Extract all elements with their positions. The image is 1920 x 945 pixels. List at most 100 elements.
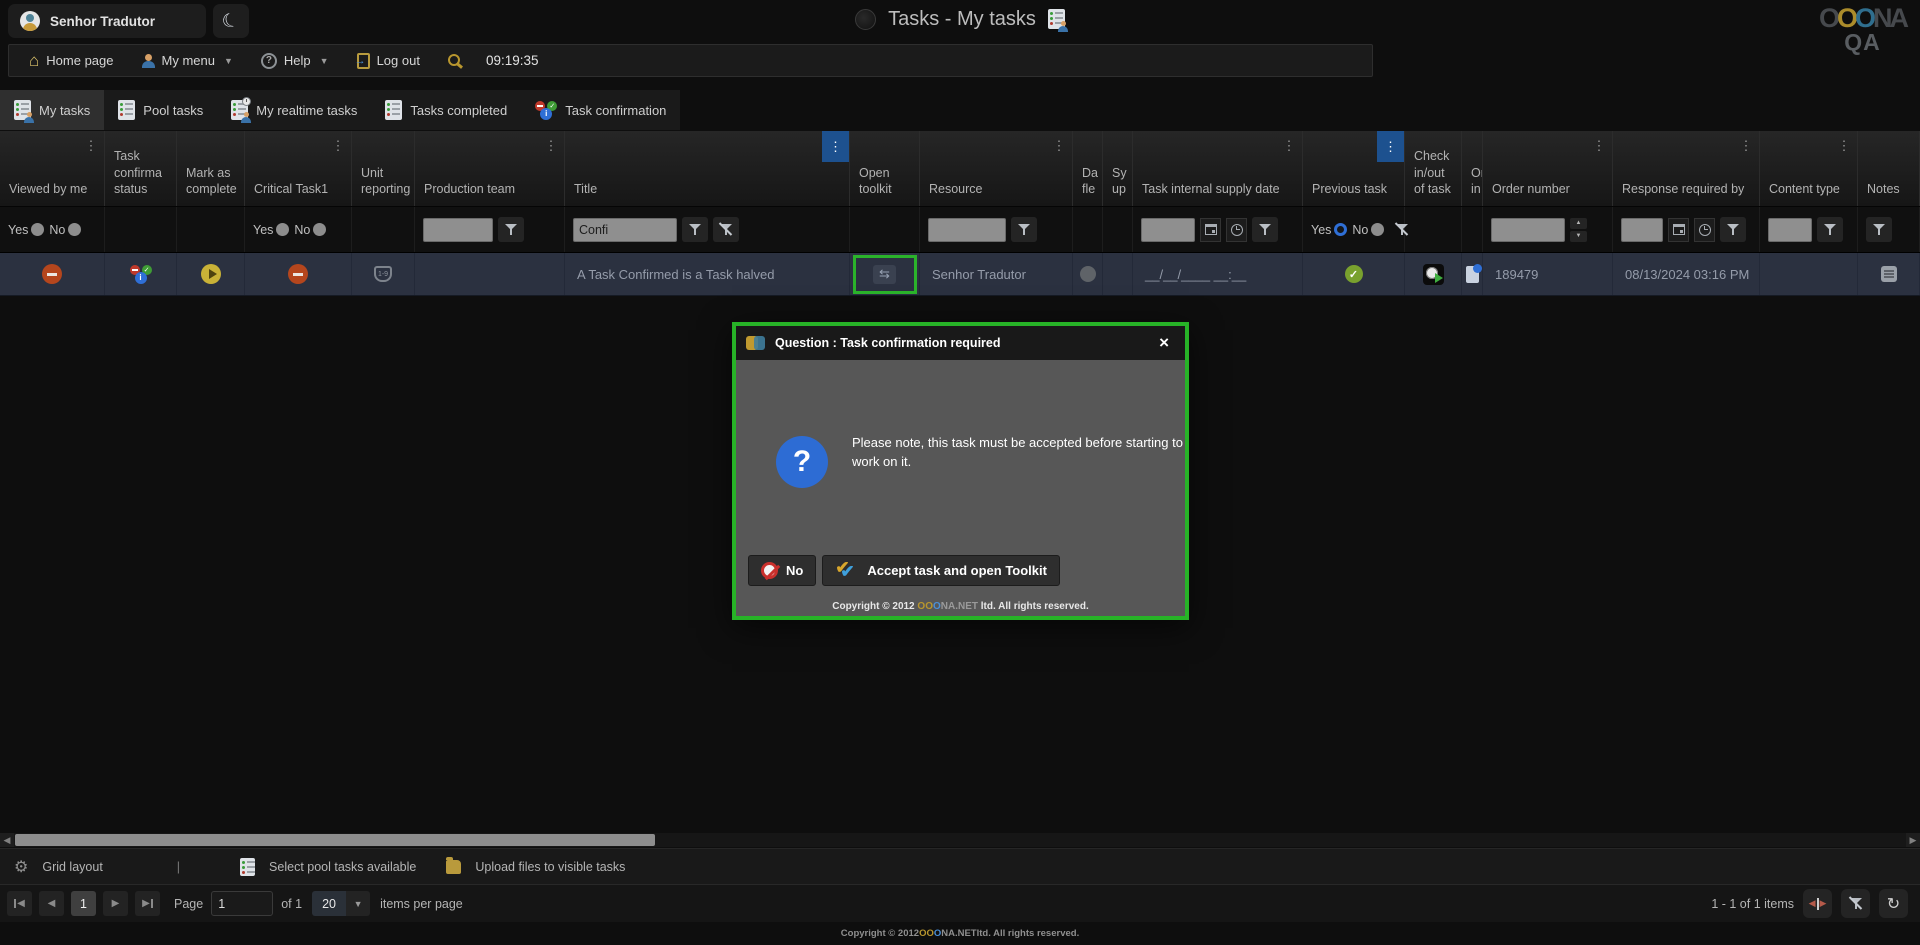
col-response-required-by[interactable]: Response required by⋮ [1613, 131, 1760, 206]
scroll-right-button[interactable]: ▶ [1906, 833, 1920, 847]
dialog-copyright: Copyright © 2012 OOONA.NET ltd. All righ… [736, 601, 1185, 612]
page-size-value[interactable]: 20 [312, 891, 346, 916]
col-order-info[interactable]: Or in [1462, 131, 1483, 206]
production-team-filter-input[interactable] [423, 218, 493, 242]
next-page-button[interactable]: ▶ [103, 891, 128, 916]
close-icon[interactable]: × [1153, 333, 1175, 353]
page-number-input[interactable] [211, 891, 273, 916]
fit-columns-button[interactable]: ◀▶ [1803, 889, 1832, 918]
col-check-in-out[interactable]: Check in/out of task [1405, 131, 1462, 206]
select-pool-tasks-button[interactable]: Select pool tasks available [269, 860, 416, 874]
cell-supply-date: __/__/____ __:__ [1133, 253, 1303, 295]
column-menu-icon[interactable]: ⋮ [1278, 133, 1300, 159]
radio-yes-selected[interactable] [1334, 223, 1347, 236]
filter-button[interactable] [1720, 217, 1746, 242]
radio-yes[interactable] [276, 223, 289, 236]
cell-mark-completed[interactable] [177, 253, 245, 295]
radio-yes[interactable] [31, 223, 44, 236]
col-sync-upload[interactable]: Sy up [1103, 131, 1133, 206]
cell-check-in-out[interactable] [1405, 253, 1462, 295]
col-title[interactable]: Title⋮ [565, 131, 850, 206]
column-menu-icon-active[interactable]: ⋮ [822, 131, 849, 162]
page-size-dropdown-icon[interactable]: ▼ [346, 891, 370, 916]
col-open-toolkit[interactable]: Open toolkit [850, 131, 920, 206]
radio-no[interactable] [313, 223, 326, 236]
col-content-type[interactable]: Content type⋮ [1760, 131, 1858, 206]
col-order-number[interactable]: Order number⋮ [1483, 131, 1613, 206]
response-required-filter-input[interactable] [1621, 218, 1663, 242]
search-icon[interactable] [448, 54, 460, 66]
title-filter-input[interactable] [573, 218, 677, 242]
column-menu-icon[interactable]: ⋮ [1833, 133, 1855, 159]
current-page-button[interactable]: 1 [71, 891, 96, 916]
clear-filter-button[interactable] [1389, 217, 1415, 242]
clear-filter-button[interactable] [713, 217, 739, 242]
radio-no[interactable] [1371, 223, 1384, 236]
col-production-team[interactable]: Production team⋮ [415, 131, 565, 206]
tab-task-confirmation[interactable]: ✓i Task confirmation [521, 90, 680, 130]
menu-log-out[interactable]: Log out [347, 45, 430, 76]
filter-button[interactable] [498, 217, 524, 242]
filter-button[interactable] [1866, 217, 1892, 242]
column-menu-icon[interactable]: ⋮ [1048, 133, 1070, 159]
supply-date-filter-input[interactable] [1141, 218, 1195, 242]
scroll-left-button[interactable]: ◀ [0, 833, 14, 847]
filter-button[interactable] [682, 217, 708, 242]
refresh-button[interactable]: ↻ [1879, 889, 1908, 918]
time-button[interactable] [1226, 218, 1247, 242]
column-menu-icon[interactable]: ⋮ [327, 133, 349, 159]
task-row[interactable]: ✓i 1-9 A Task Confirmed is a Task halved… [0, 253, 1920, 296]
filter-previous-task: Yes No [1303, 207, 1405, 252]
order-number-filter-input[interactable] [1491, 218, 1565, 242]
column-menu-icon[interactable]: ⋮ [1588, 133, 1610, 159]
cell-order-info[interactable] [1462, 253, 1483, 295]
col-critical-task1[interactable]: Critical Task1⋮ [245, 131, 352, 206]
col-resource[interactable]: Resource⋮ [920, 131, 1073, 206]
number-stepper[interactable]: ▲▼ [1570, 218, 1587, 242]
first-page-button[interactable]: ◀ [7, 891, 32, 916]
dialog-header[interactable]: Question : Task confirmation required × [736, 326, 1185, 360]
filter-button[interactable] [1817, 217, 1843, 242]
tab-pool-tasks[interactable]: Pool tasks [104, 90, 217, 130]
filter-button[interactable] [1252, 217, 1278, 242]
col-notes[interactable]: Notes [1858, 131, 1920, 206]
scrollbar-thumb[interactable] [15, 834, 655, 846]
grid-layout-button[interactable]: Grid layout [42, 860, 102, 874]
clear-all-filters-button[interactable] [1841, 889, 1870, 918]
cell-title[interactable]: A Task Confirmed is a Task halved [565, 253, 850, 295]
tab-my-realtime-tasks[interactable]: My realtime tasks [217, 90, 371, 130]
last-page-button[interactable]: ▶ [135, 891, 160, 916]
menu-my-menu[interactable]: My menu ▼ [132, 45, 243, 76]
resource-filter-input[interactable] [928, 218, 1006, 242]
previous-page-button[interactable]: ◀ [39, 891, 64, 916]
tab-my-tasks[interactable]: My tasks [0, 90, 104, 130]
upload-files-button[interactable]: Upload files to visible tasks [475, 860, 625, 874]
col-task-confirmation-status[interactable]: Task confirma status [105, 131, 177, 206]
column-menu-icon-active[interactable]: ⋮ [1377, 131, 1404, 162]
no-button[interactable]: No [748, 555, 816, 586]
tab-tasks-completed[interactable]: Tasks completed [371, 90, 521, 130]
col-unit-reporting[interactable]: Unit reporting [352, 131, 415, 206]
column-menu-icon[interactable]: ⋮ [80, 133, 102, 159]
menu-home-page[interactable]: ⌂ Home page [19, 45, 124, 76]
calendar-button[interactable] [1200, 218, 1221, 242]
time-button[interactable] [1694, 218, 1715, 242]
col-data-files[interactable]: Da fle [1073, 131, 1103, 206]
col-mark-as-completed[interactable]: Mark as complete [177, 131, 245, 206]
column-menu-icon[interactable]: ⋮ [540, 133, 562, 159]
filter-button[interactable] [1011, 217, 1037, 242]
open-toolkit-icon[interactable]: ⇆ [873, 265, 896, 284]
menu-help[interactable]: ? Help ▼ [251, 45, 339, 76]
column-menu-icon[interactable]: ⋮ [1735, 133, 1757, 159]
cell-open-toolkit[interactable]: ⇆ [850, 253, 920, 295]
horizontal-scrollbar[interactable]: ◀ ▶ [0, 833, 1920, 847]
col-previous-task[interactable]: Previous task⋮ [1303, 131, 1405, 206]
calendar-button[interactable] [1668, 218, 1689, 242]
radio-no[interactable] [68, 223, 81, 236]
col-viewed-by-me[interactable]: Viewed by me⋮ [0, 131, 105, 206]
highlighted-toolkit-target[interactable]: ⇆ [853, 255, 917, 294]
content-type-filter-input[interactable] [1768, 218, 1812, 242]
accept-task-button[interactable]: ✔✔ Accept task and open Toolkit [822, 555, 1060, 586]
col-task-internal-supply-date[interactable]: Task internal supply date⋮ [1133, 131, 1303, 206]
cell-notes[interactable] [1858, 253, 1920, 295]
